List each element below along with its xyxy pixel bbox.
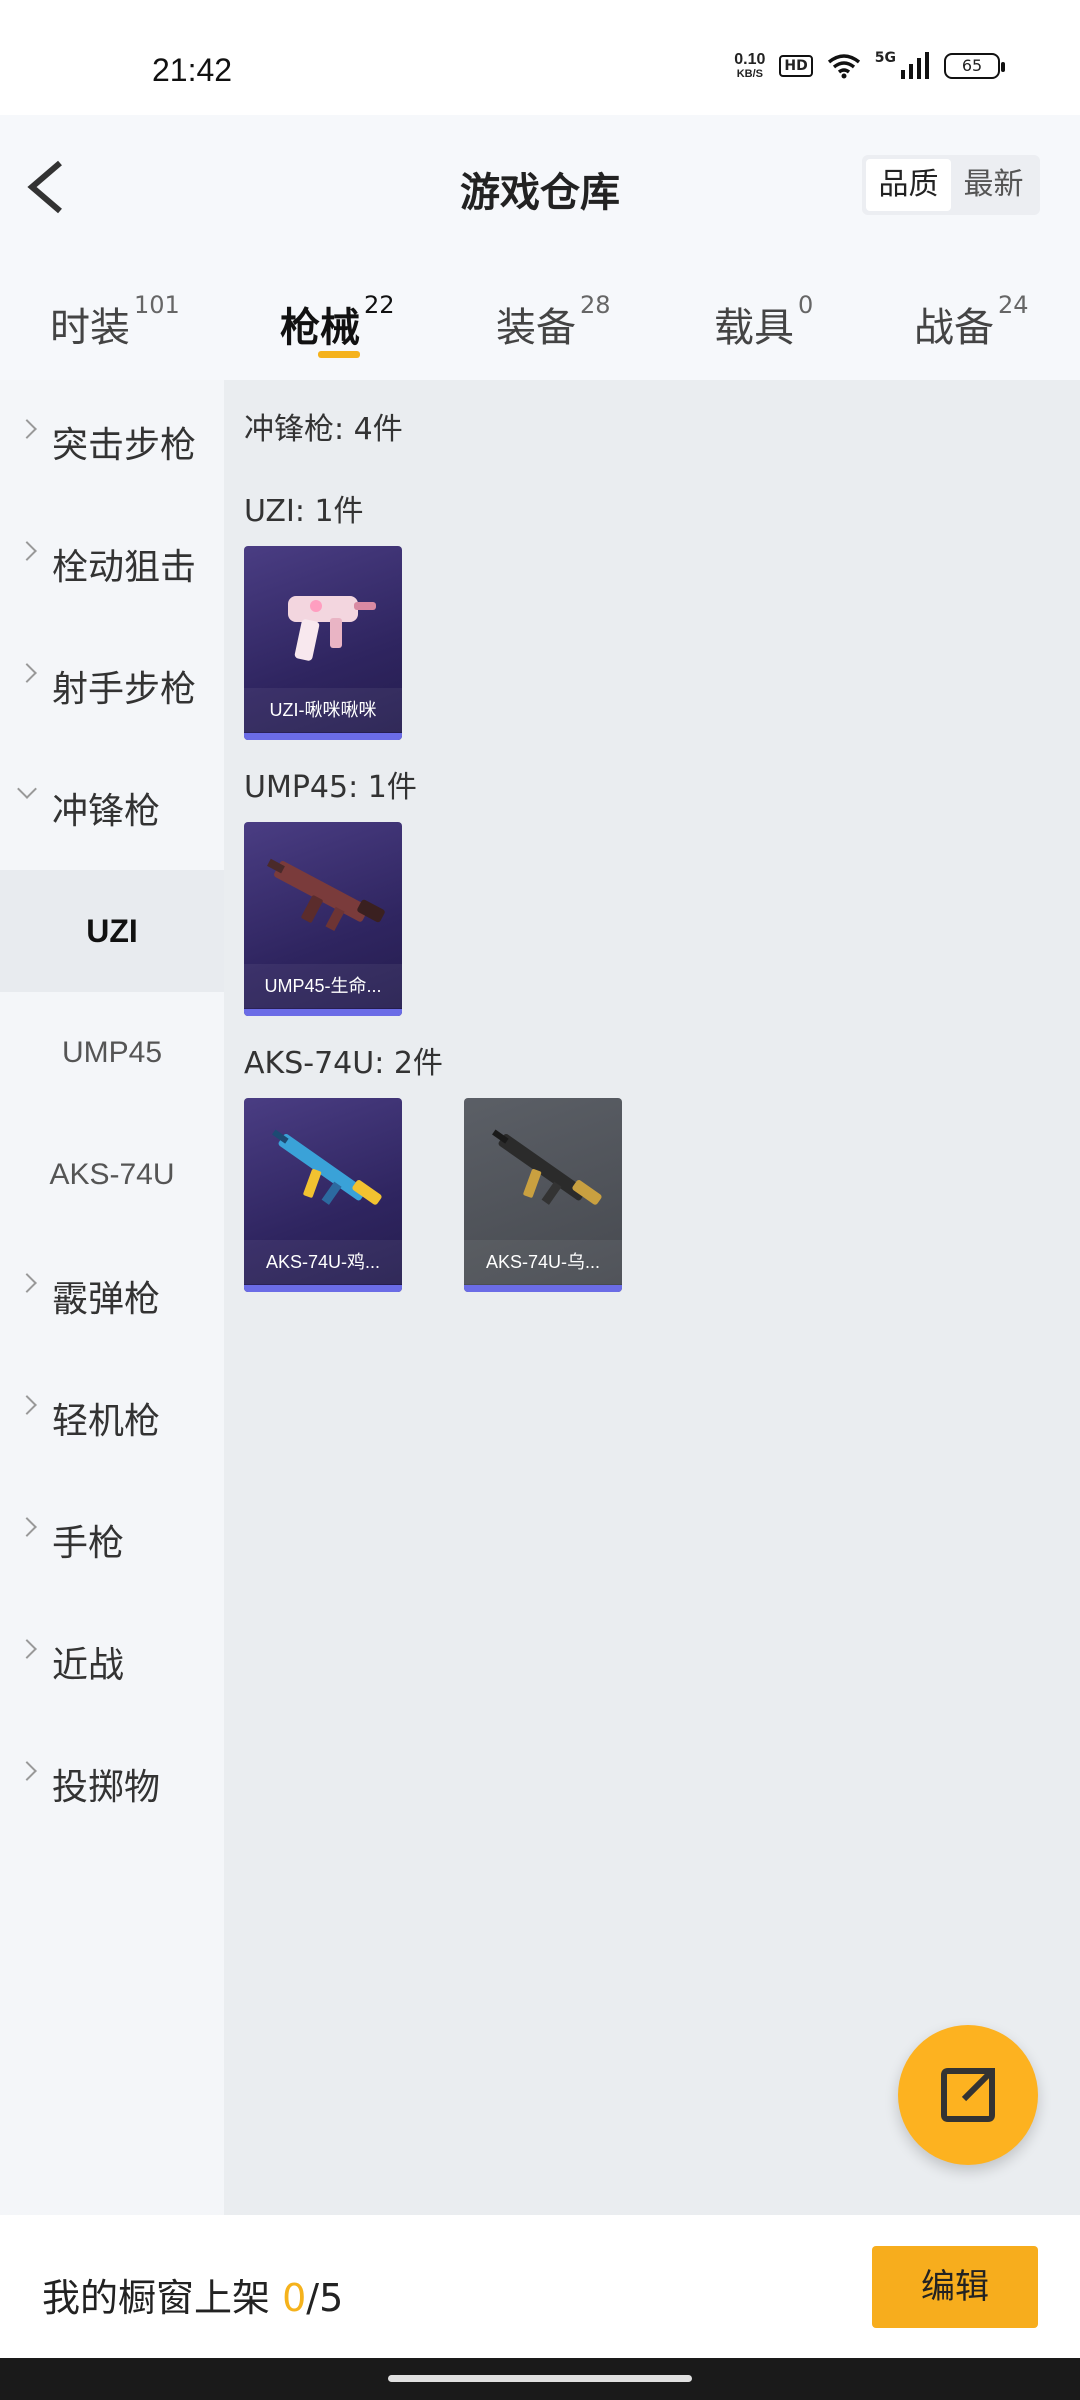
- item-name: AKS-74U-乌...: [464, 1240, 622, 1284]
- tab-firearms[interactable]: 枪械 22: [280, 291, 395, 353]
- hd-icon: HD: [779, 55, 813, 77]
- sidebar-item-label: 手枪: [52, 1523, 125, 1564]
- item-card-ump45[interactable]: UMP45-生命...: [244, 822, 402, 1016]
- sidebar-item-assault-rifle[interactable]: 突击步枪: [0, 376, 224, 498]
- sidebar-item-lmg[interactable]: 轻机枪: [0, 1352, 224, 1474]
- showcase-bar: 我的橱窗上架 0/5 编辑: [0, 2215, 1080, 2358]
- item-grid-panel: 冲锋枪: 4件 UZI: 1件 UZI-啾咪啾咪 UMP45: 1件 UMP45…: [224, 380, 1080, 2215]
- sidebar-sub-uzi[interactable]: UZI: [0, 870, 224, 992]
- share-icon: [941, 2068, 995, 2122]
- category-tabs: 时装 101 枪械 22 装备 28 载具 0 战备 24: [0, 265, 1080, 380]
- sidebar-item-label: 冲锋枪: [52, 791, 161, 832]
- sidebar-item-melee[interactable]: 近战: [0, 1596, 224, 1718]
- chevron-right-icon: [17, 1273, 37, 1293]
- sidebar-item-pistol[interactable]: 手枪: [0, 1474, 224, 1596]
- rarity-bar: [244, 1285, 402, 1292]
- wifi-icon: [827, 54, 860, 79]
- rarity-bar: [244, 733, 402, 740]
- ump45-skin-image: [267, 858, 385, 932]
- home-gesture-handle[interactable]: [388, 2375, 692, 2382]
- tab-label: 装备: [496, 305, 576, 351]
- tab-count: 28: [580, 291, 611, 319]
- edit-button[interactable]: 编辑: [872, 2246, 1038, 2328]
- chevron-right-icon: [17, 1395, 37, 1415]
- group-title: UMP45: 1件: [244, 770, 417, 805]
- tab-count: 22: [364, 291, 395, 319]
- chevron-right-icon: [17, 1517, 37, 1537]
- tab-vehicles[interactable]: 载具 0: [714, 291, 813, 353]
- tab-supplies[interactable]: 战备 24: [914, 291, 1029, 353]
- tab-label: 枪械: [280, 305, 360, 351]
- sidebar-item-marksman-rifle[interactable]: 射手步枪: [0, 620, 224, 742]
- chevron-down-icon: [17, 779, 37, 799]
- system-nav-bar: [0, 2358, 1080, 2400]
- sidebar-item-bolt-sniper[interactable]: 栓动狙击: [0, 498, 224, 620]
- net-speed: 0.10 KB/S: [734, 51, 766, 81]
- aks74u-skin-image: [492, 1129, 602, 1205]
- tab-label: 战备: [914, 305, 994, 351]
- sidebar-sub-ump45[interactable]: UMP45: [0, 992, 224, 1114]
- showcase-count: 0: [282, 2276, 307, 2320]
- sidebar-item-smg[interactable]: 冲锋枪: [0, 742, 224, 864]
- showcase-total: /5: [306, 2276, 344, 2320]
- active-tab-indicator: [318, 351, 360, 358]
- tab-count: 0: [798, 291, 814, 319]
- tab-label: 载具: [714, 305, 794, 351]
- item-card-uzi[interactable]: UZI-啾咪啾咪: [244, 546, 402, 740]
- sort-newest-button[interactable]: 最新: [951, 159, 1036, 211]
- status-icons: 0.10 KB/S HD 5G 65: [734, 50, 1005, 81]
- status-bar: 21:42 0.10 KB/S HD 5G 65: [0, 0, 1080, 115]
- header: 游戏仓库 品质 最新: [0, 115, 1080, 265]
- tab-label: 时装: [50, 305, 130, 351]
- sidebar-sub-aks74u[interactable]: AKS-74U: [0, 1114, 224, 1236]
- chevron-right-icon: [17, 1639, 37, 1659]
- tab-count: 24: [998, 291, 1029, 319]
- sidebar-item-label: 投掷物: [52, 1767, 161, 1808]
- sidebar-item-label: 射手步枪: [52, 669, 197, 710]
- sort-toggle[interactable]: 品质 最新: [862, 155, 1040, 215]
- sidebar-item-label: 近战: [52, 1645, 125, 1686]
- network-type: 5G: [874, 50, 896, 66]
- aks74u-skin-image: [272, 1129, 382, 1205]
- showcase-status: 我的橱窗上架 0/5: [42, 2267, 343, 2322]
- sidebar-item-throwables[interactable]: 投掷物: [0, 1718, 224, 1840]
- signal-icon: [901, 52, 929, 79]
- sidebar-item-label: 霰弹枪: [52, 1279, 161, 1320]
- item-card-aks74u-2[interactable]: AKS-74U-乌...: [464, 1098, 622, 1292]
- showcase-label: 我的橱窗上架: [42, 2276, 271, 2320]
- net-speed-value: 0.10: [734, 51, 766, 68]
- share-button[interactable]: [898, 2025, 1038, 2165]
- weapon-category-sidebar: 突击步枪 栓动狙击 射手步枪 冲锋枪 UZI UMP45 AKS-74U 霰弹枪…: [0, 380, 224, 2215]
- sidebar-item-shotgun[interactable]: 霰弹枪: [0, 1230, 224, 1352]
- net-speed-unit: KB/S: [736, 68, 763, 80]
- item-name: UZI-啾咪啾咪: [244, 688, 402, 732]
- group-title: UZI: 1件: [244, 494, 364, 529]
- chevron-right-icon: [17, 541, 37, 561]
- rarity-bar: [244, 1009, 402, 1016]
- item-name: UMP45-生命...: [244, 964, 402, 1008]
- tab-count: 101: [134, 291, 180, 319]
- uzi-skin-image: [288, 596, 376, 661]
- sidebar-item-label: 栓动狙击: [52, 547, 197, 588]
- sidebar-item-label: 突击步枪: [52, 425, 197, 466]
- status-time: 21:42: [152, 52, 233, 88]
- tab-equipment[interactable]: 装备 28: [496, 291, 611, 353]
- group-title: AKS-74U: 2件: [244, 1046, 443, 1081]
- chevron-right-icon: [17, 663, 37, 683]
- sort-quality-button[interactable]: 品质: [866, 159, 951, 211]
- battery-icon: 65: [944, 53, 1005, 79]
- category-summary: 冲锋枪: 4件: [244, 412, 403, 447]
- item-card-aks74u-1[interactable]: AKS-74U-鸡...: [244, 1098, 402, 1292]
- chevron-right-icon: [17, 419, 37, 439]
- tab-outfits[interactable]: 时装 101: [50, 291, 180, 353]
- item-name: AKS-74U-鸡...: [244, 1240, 402, 1284]
- rarity-bar: [464, 1285, 622, 1292]
- chevron-right-icon: [17, 1761, 37, 1781]
- sidebar-item-label: 轻机枪: [52, 1401, 161, 1442]
